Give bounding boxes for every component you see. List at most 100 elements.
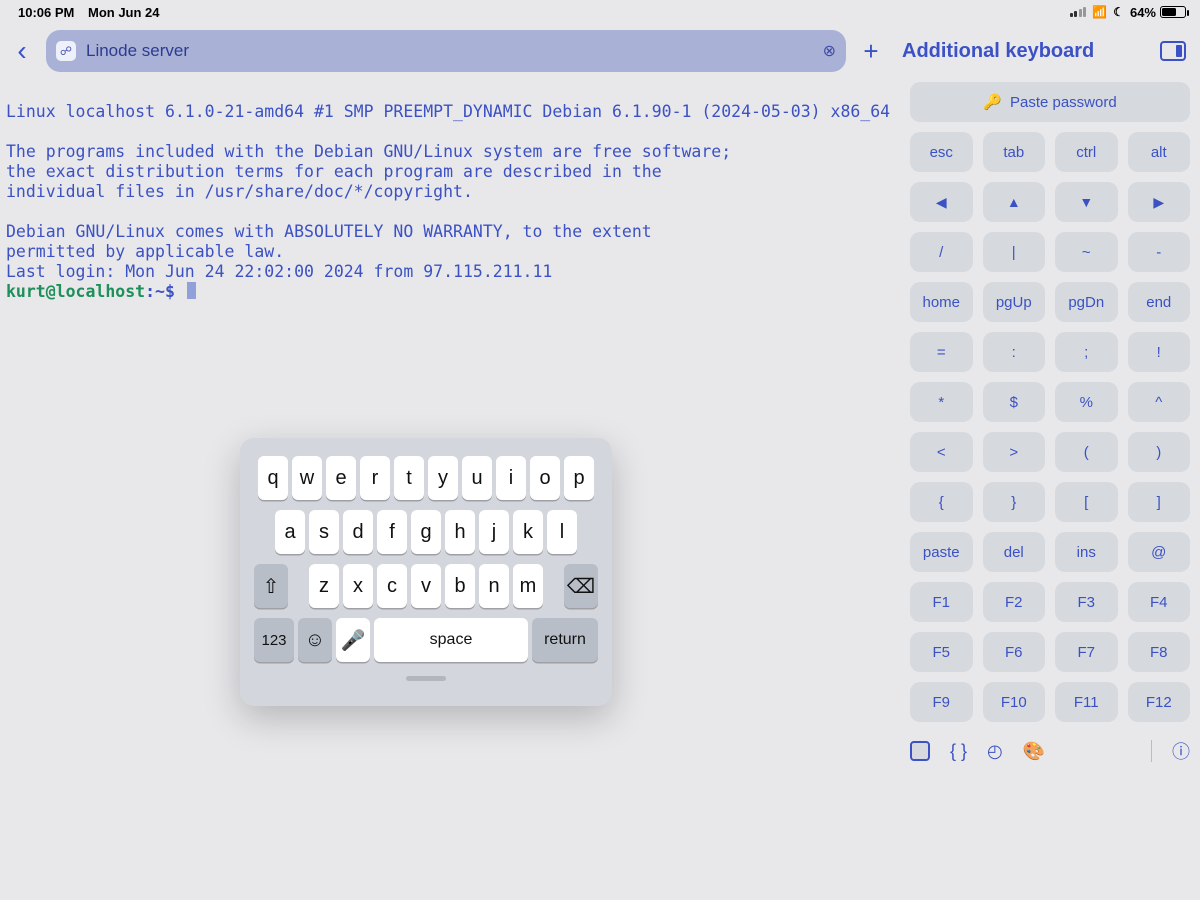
help-icon[interactable]: ⓘ <box>1172 738 1190 764</box>
session-tab-label: Linode server <box>86 41 189 61</box>
extra-key-f3[interactable]: F3 <box>1055 582 1118 622</box>
letter-key-m[interactable]: m <box>513 564 543 608</box>
letter-key-h[interactable]: h <box>445 510 475 554</box>
shift-key[interactable]: ⇧ <box>254 564 288 608</box>
emoji-key[interactable]: ☺ <box>298 618 332 662</box>
extra-key-[interactable]: ( <box>1055 432 1118 472</box>
toggle-sidebar-button[interactable] <box>1160 41 1186 61</box>
extra-key-f11[interactable]: F11 <box>1055 682 1118 722</box>
paste-password-button[interactable]: 🔑 Paste password <box>910 82 1190 122</box>
paste-password-label: Paste password <box>1010 94 1117 111</box>
backspace-key[interactable]: ⌫ <box>564 564 598 608</box>
letter-key-o[interactable]: o <box>530 456 560 500</box>
extra-key-alt[interactable]: alt <box>1128 132 1191 172</box>
extra-key-f7[interactable]: F7 <box>1055 632 1118 672</box>
extra-key-[interactable]: | <box>983 232 1046 272</box>
letter-key-k[interactable]: k <box>513 510 543 554</box>
extra-key-del[interactable]: del <box>983 532 1046 572</box>
close-tab-button[interactable]: ⊗ <box>823 41 836 61</box>
dictation-key[interactable]: 🎤 <box>336 618 370 662</box>
palette-icon[interactable]: 🎨 <box>1023 741 1045 762</box>
extra-key-paste[interactable]: paste <box>910 532 973 572</box>
extra-key-[interactable]: / <box>910 232 973 272</box>
letter-key-a[interactable]: a <box>275 510 305 554</box>
extra-key-end[interactable]: end <box>1128 282 1191 322</box>
extra-key-ins[interactable]: ins <box>1055 532 1118 572</box>
extra-key-f6[interactable]: F6 <box>983 632 1046 672</box>
extra-key-[interactable]: ◀ <box>910 182 973 222</box>
letter-key-w[interactable]: w <box>292 456 322 500</box>
space-key[interactable]: space <box>374 618 528 662</box>
clock-icon[interactable]: ◴ <box>987 741 1003 762</box>
extra-key-f1[interactable]: F1 <box>910 582 973 622</box>
letter-key-g[interactable]: g <box>411 510 441 554</box>
braces-icon[interactable]: { } <box>950 741 967 762</box>
letter-key-n[interactable]: n <box>479 564 509 608</box>
letter-key-v[interactable]: v <box>411 564 441 608</box>
letter-key-d[interactable]: d <box>343 510 373 554</box>
extra-key-tab[interactable]: tab <box>983 132 1046 172</box>
extra-key-[interactable]: ) <box>1128 432 1191 472</box>
layouts-icon[interactable] <box>910 741 930 761</box>
letter-key-f[interactable]: f <box>377 510 407 554</box>
extra-key-[interactable]: } <box>983 482 1046 522</box>
letter-key-i[interactable]: i <box>496 456 526 500</box>
letter-key-s[interactable]: s <box>309 510 339 554</box>
extra-key-pgup[interactable]: pgUp <box>983 282 1046 322</box>
letter-key-t[interactable]: t <box>394 456 424 500</box>
extra-key-home[interactable]: home <box>910 282 973 322</box>
extra-key-[interactable]: < <box>910 432 973 472</box>
extra-key-[interactable]: : <box>983 332 1046 372</box>
ios-floating-keyboard[interactable]: qwertyuiop asdfghjkl ⇧ zxcvbnm ⌫ 123 ☺ 🎤… <box>240 438 612 706</box>
extra-key-[interactable]: ▲ <box>983 182 1046 222</box>
prompt-symbol: $ <box>165 282 175 301</box>
keyboard-grabber[interactable] <box>406 676 446 681</box>
extra-key-[interactable]: % <box>1055 382 1118 422</box>
extra-key-[interactable]: ~ <box>1055 232 1118 272</box>
extra-key-[interactable]: ▶ <box>1128 182 1191 222</box>
extra-key-f8[interactable]: F8 <box>1128 632 1191 672</box>
extra-key-[interactable]: ^ <box>1128 382 1191 422</box>
back-button[interactable]: ‹ <box>8 35 36 67</box>
extra-key-[interactable]: [ <box>1055 482 1118 522</box>
extra-key-f5[interactable]: F5 <box>910 632 973 672</box>
letter-key-r[interactable]: r <box>360 456 390 500</box>
letter-key-p[interactable]: p <box>564 456 594 500</box>
extra-key-f12[interactable]: F12 <box>1128 682 1191 722</box>
new-tab-button[interactable]: + <box>856 36 886 67</box>
extra-key-[interactable]: ; <box>1055 332 1118 372</box>
extra-key-f10[interactable]: F10 <box>983 682 1046 722</box>
letter-key-z[interactable]: z <box>309 564 339 608</box>
sidebar-footer: { } ◴ 🎨 ⓘ <box>910 732 1190 764</box>
extra-key-ctrl[interactable]: ctrl <box>1055 132 1118 172</box>
letter-key-b[interactable]: b <box>445 564 475 608</box>
letter-key-j[interactable]: j <box>479 510 509 554</box>
extra-key-[interactable]: $ <box>983 382 1046 422</box>
extra-key-[interactable]: @ <box>1128 532 1191 572</box>
term-line: Linux localhost 6.1.0-21-amd64 #1 SMP PR… <box>6 102 890 121</box>
extra-key-[interactable]: * <box>910 382 973 422</box>
extra-key-[interactable]: ] <box>1128 482 1191 522</box>
letter-key-q[interactable]: q <box>258 456 288 500</box>
letter-key-e[interactable]: e <box>326 456 356 500</box>
extra-key-[interactable]: { <box>910 482 973 522</box>
extra-key-f9[interactable]: F9 <box>910 682 973 722</box>
letter-key-y[interactable]: y <box>428 456 458 500</box>
extra-key-[interactable]: - <box>1128 232 1191 272</box>
extra-key-esc[interactable]: esc <box>910 132 973 172</box>
letter-key-c[interactable]: c <box>377 564 407 608</box>
extra-key-pgdn[interactable]: pgDn <box>1055 282 1118 322</box>
numbers-key[interactable]: 123 <box>254 618 294 662</box>
status-date: Mon Jun 24 <box>88 5 160 20</box>
session-tab[interactable]: ☍ Linode server ⊗ <box>46 30 846 72</box>
extra-key-[interactable]: ▼ <box>1055 182 1118 222</box>
extra-key-[interactable]: ! <box>1128 332 1191 372</box>
letter-key-x[interactable]: x <box>343 564 373 608</box>
extra-key-f2[interactable]: F2 <box>983 582 1046 622</box>
letter-key-l[interactable]: l <box>547 510 577 554</box>
return-key[interactable]: return <box>532 618 598 662</box>
extra-key-[interactable]: > <box>983 432 1046 472</box>
extra-key-[interactable]: = <box>910 332 973 372</box>
letter-key-u[interactable]: u <box>462 456 492 500</box>
extra-key-f4[interactable]: F4 <box>1128 582 1191 622</box>
